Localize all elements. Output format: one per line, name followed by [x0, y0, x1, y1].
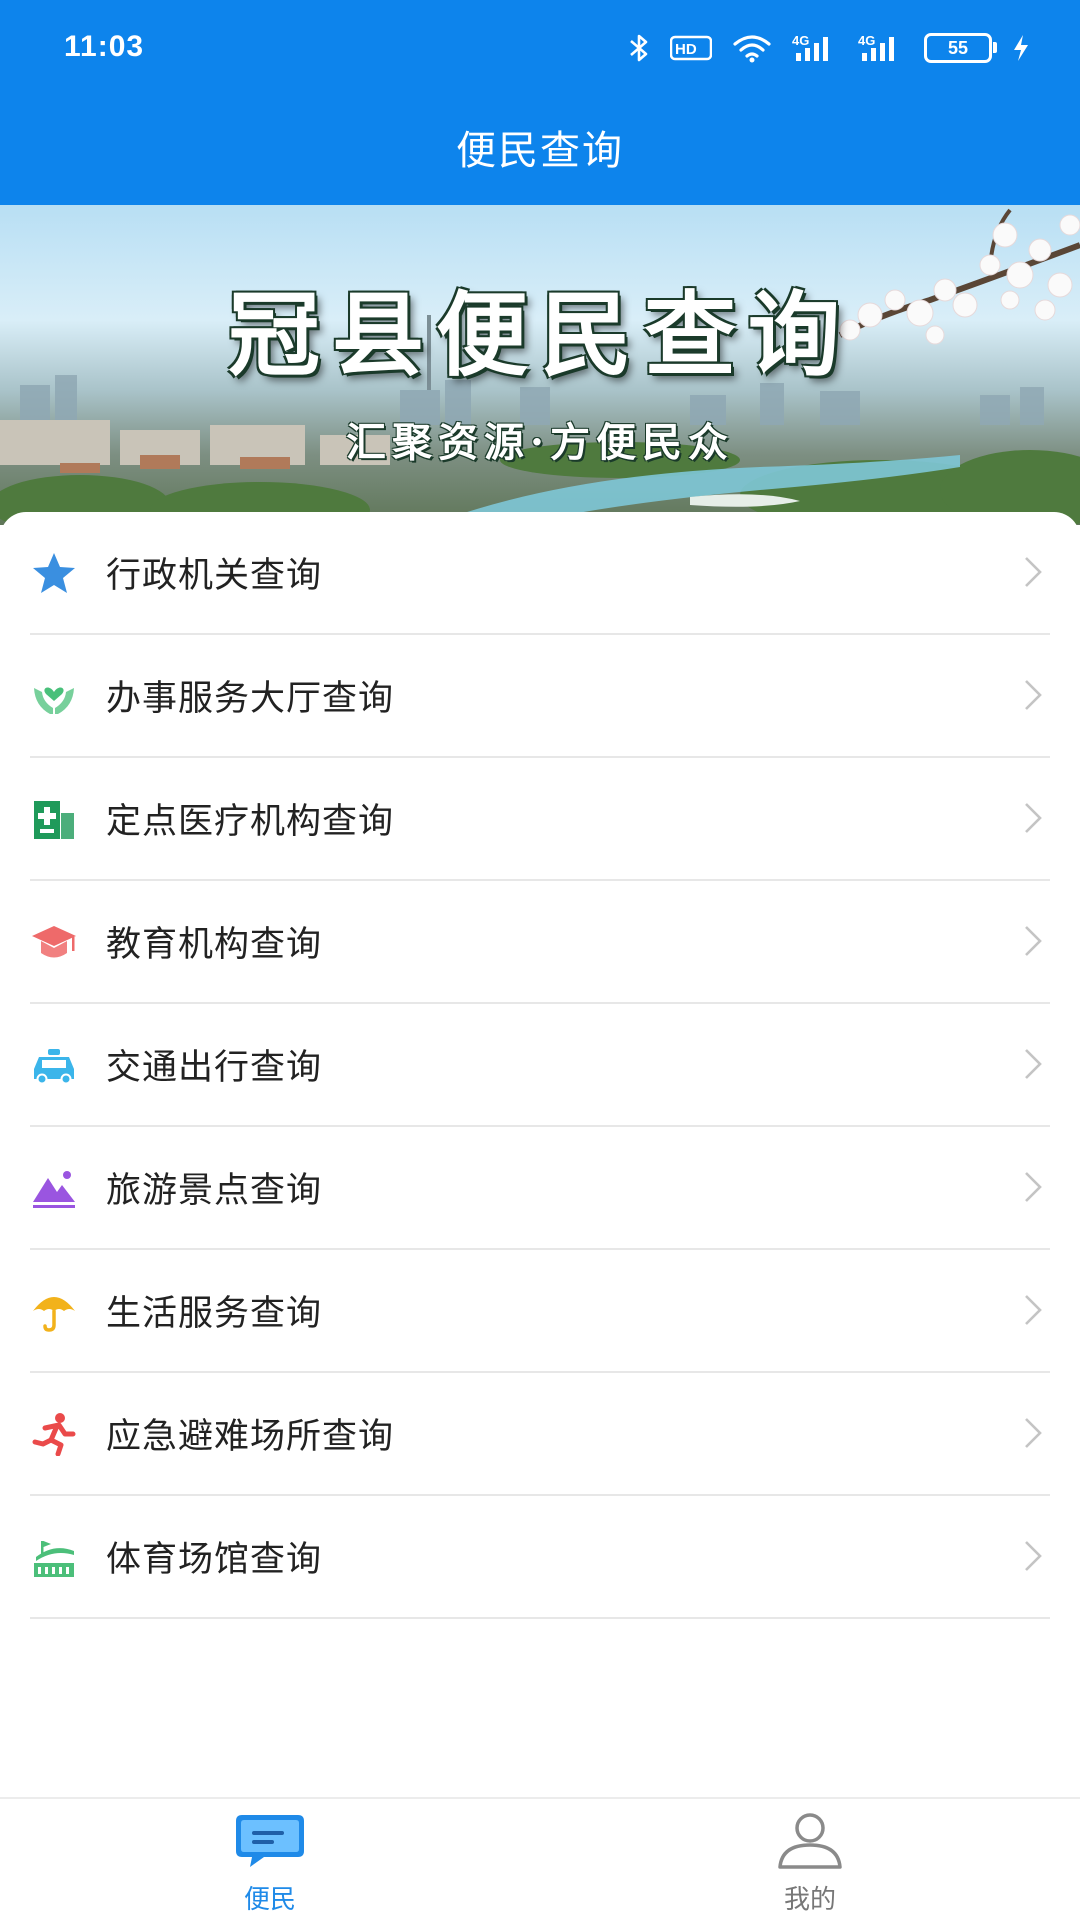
- tab-label: 便民: [243, 1885, 296, 1915]
- signal-2-label: 4G: [858, 33, 875, 48]
- chevron-right-icon: [1025, 1541, 1042, 1571]
- list-item-label: 教育机构查询: [106, 925, 323, 965]
- mountain-icon: [30, 1164, 78, 1212]
- chat-bubble-icon: [234, 1811, 306, 1875]
- chevron-right-icon: [1025, 926, 1042, 956]
- list-item-label: 旅游景点查询: [106, 1171, 323, 1211]
- tab-bianmin[interactable]: 便民: [0, 1799, 540, 1922]
- app-header: 11:03 HD 4G 4G 55 便民查询: [0, 0, 1080, 205]
- hd-label: HD: [675, 41, 697, 58]
- star-icon: [30, 549, 78, 597]
- list-item-life-service[interactable]: 生活服务查询: [30, 1250, 1050, 1373]
- chevron-right-icon: [1025, 1295, 1042, 1325]
- user-icon: [774, 1811, 846, 1875]
- chevron-right-icon: [1025, 803, 1042, 833]
- list-item-label: 行政机关查询: [106, 556, 323, 596]
- list-item-label: 办事服务大厅查询: [106, 679, 395, 719]
- running-person-icon: [30, 1410, 78, 1458]
- query-list-card: 行政机关查询 办事服务大厅查询 定点医疗机构查询 教育机构查询 交通出行查询 旅…: [0, 512, 1080, 1797]
- status-time: 11:03: [64, 30, 145, 63]
- list-item-label: 交通出行查询: [106, 1048, 323, 1088]
- status-icons: HD 4G 4G 55: [628, 28, 1030, 68]
- list-item-label: 应急避难场所查询: [106, 1417, 395, 1457]
- list-item-emergency-shelter[interactable]: 应急避难场所查询: [30, 1373, 1050, 1496]
- bottom-tab-bar: 便民 我的: [0, 1797, 1080, 1922]
- list-item-label: 体育场馆查询: [106, 1540, 323, 1580]
- graduation-cap-icon: [30, 918, 78, 966]
- status-bar: 11:03 HD 4G 4G 55: [0, 0, 1080, 100]
- list-item-medical[interactable]: 定点医疗机构查询: [30, 758, 1050, 881]
- battery-icon: 55: [924, 33, 997, 63]
- chevron-right-icon: [1025, 557, 1042, 587]
- page-title: 便民查询: [456, 128, 624, 174]
- banner-subtitle: 汇聚资源·方便民众: [346, 419, 734, 466]
- list-item-label: 定点医疗机构查询: [106, 802, 395, 842]
- tab-mine[interactable]: 我的: [540, 1799, 1080, 1922]
- chevron-right-icon: [1025, 1172, 1042, 1202]
- list-item-service-hall[interactable]: 办事服务大厅查询: [30, 635, 1050, 758]
- taxi-icon: [30, 1041, 78, 1089]
- list-item-stadium[interactable]: 体育场馆查询: [30, 1496, 1050, 1619]
- list-item-tourism[interactable]: 旅游景点查询: [30, 1127, 1050, 1250]
- hospital-icon: [30, 795, 78, 843]
- banner-image: 冠县便民查询 汇聚资源·方便民众: [0, 205, 1080, 525]
- hands-heart-icon: [30, 672, 78, 720]
- umbrella-icon: [30, 1287, 78, 1335]
- wifi-icon: [732, 33, 772, 63]
- query-list: 行政机关查询 办事服务大厅查询 定点医疗机构查询 教育机构查询 交通出行查询 旅…: [30, 512, 1050, 1619]
- list-item-education[interactable]: 教育机构查询: [30, 881, 1050, 1004]
- chevron-right-icon: [1025, 1049, 1042, 1079]
- chevron-right-icon: [1025, 680, 1042, 710]
- banner-title: 冠县便民查询: [227, 281, 852, 389]
- list-item-label: 生活服务查询: [106, 1294, 323, 1334]
- hd-icon: HD: [670, 35, 712, 61]
- list-item-transport[interactable]: 交通出行查询: [30, 1004, 1050, 1127]
- charging-icon: [1012, 34, 1030, 62]
- bluetooth-icon: [628, 33, 650, 63]
- chevron-right-icon: [1025, 1418, 1042, 1448]
- signal-4g-icon: 4G: [792, 33, 838, 63]
- stadium-icon: [30, 1533, 78, 1581]
- signal-1-label: 4G: [792, 33, 809, 48]
- signal-4g-icon-2: 4G: [858, 33, 904, 63]
- battery-level: 55: [947, 37, 969, 58]
- tab-label: 我的: [783, 1885, 836, 1915]
- list-item-government[interactable]: 行政机关查询: [30, 512, 1050, 635]
